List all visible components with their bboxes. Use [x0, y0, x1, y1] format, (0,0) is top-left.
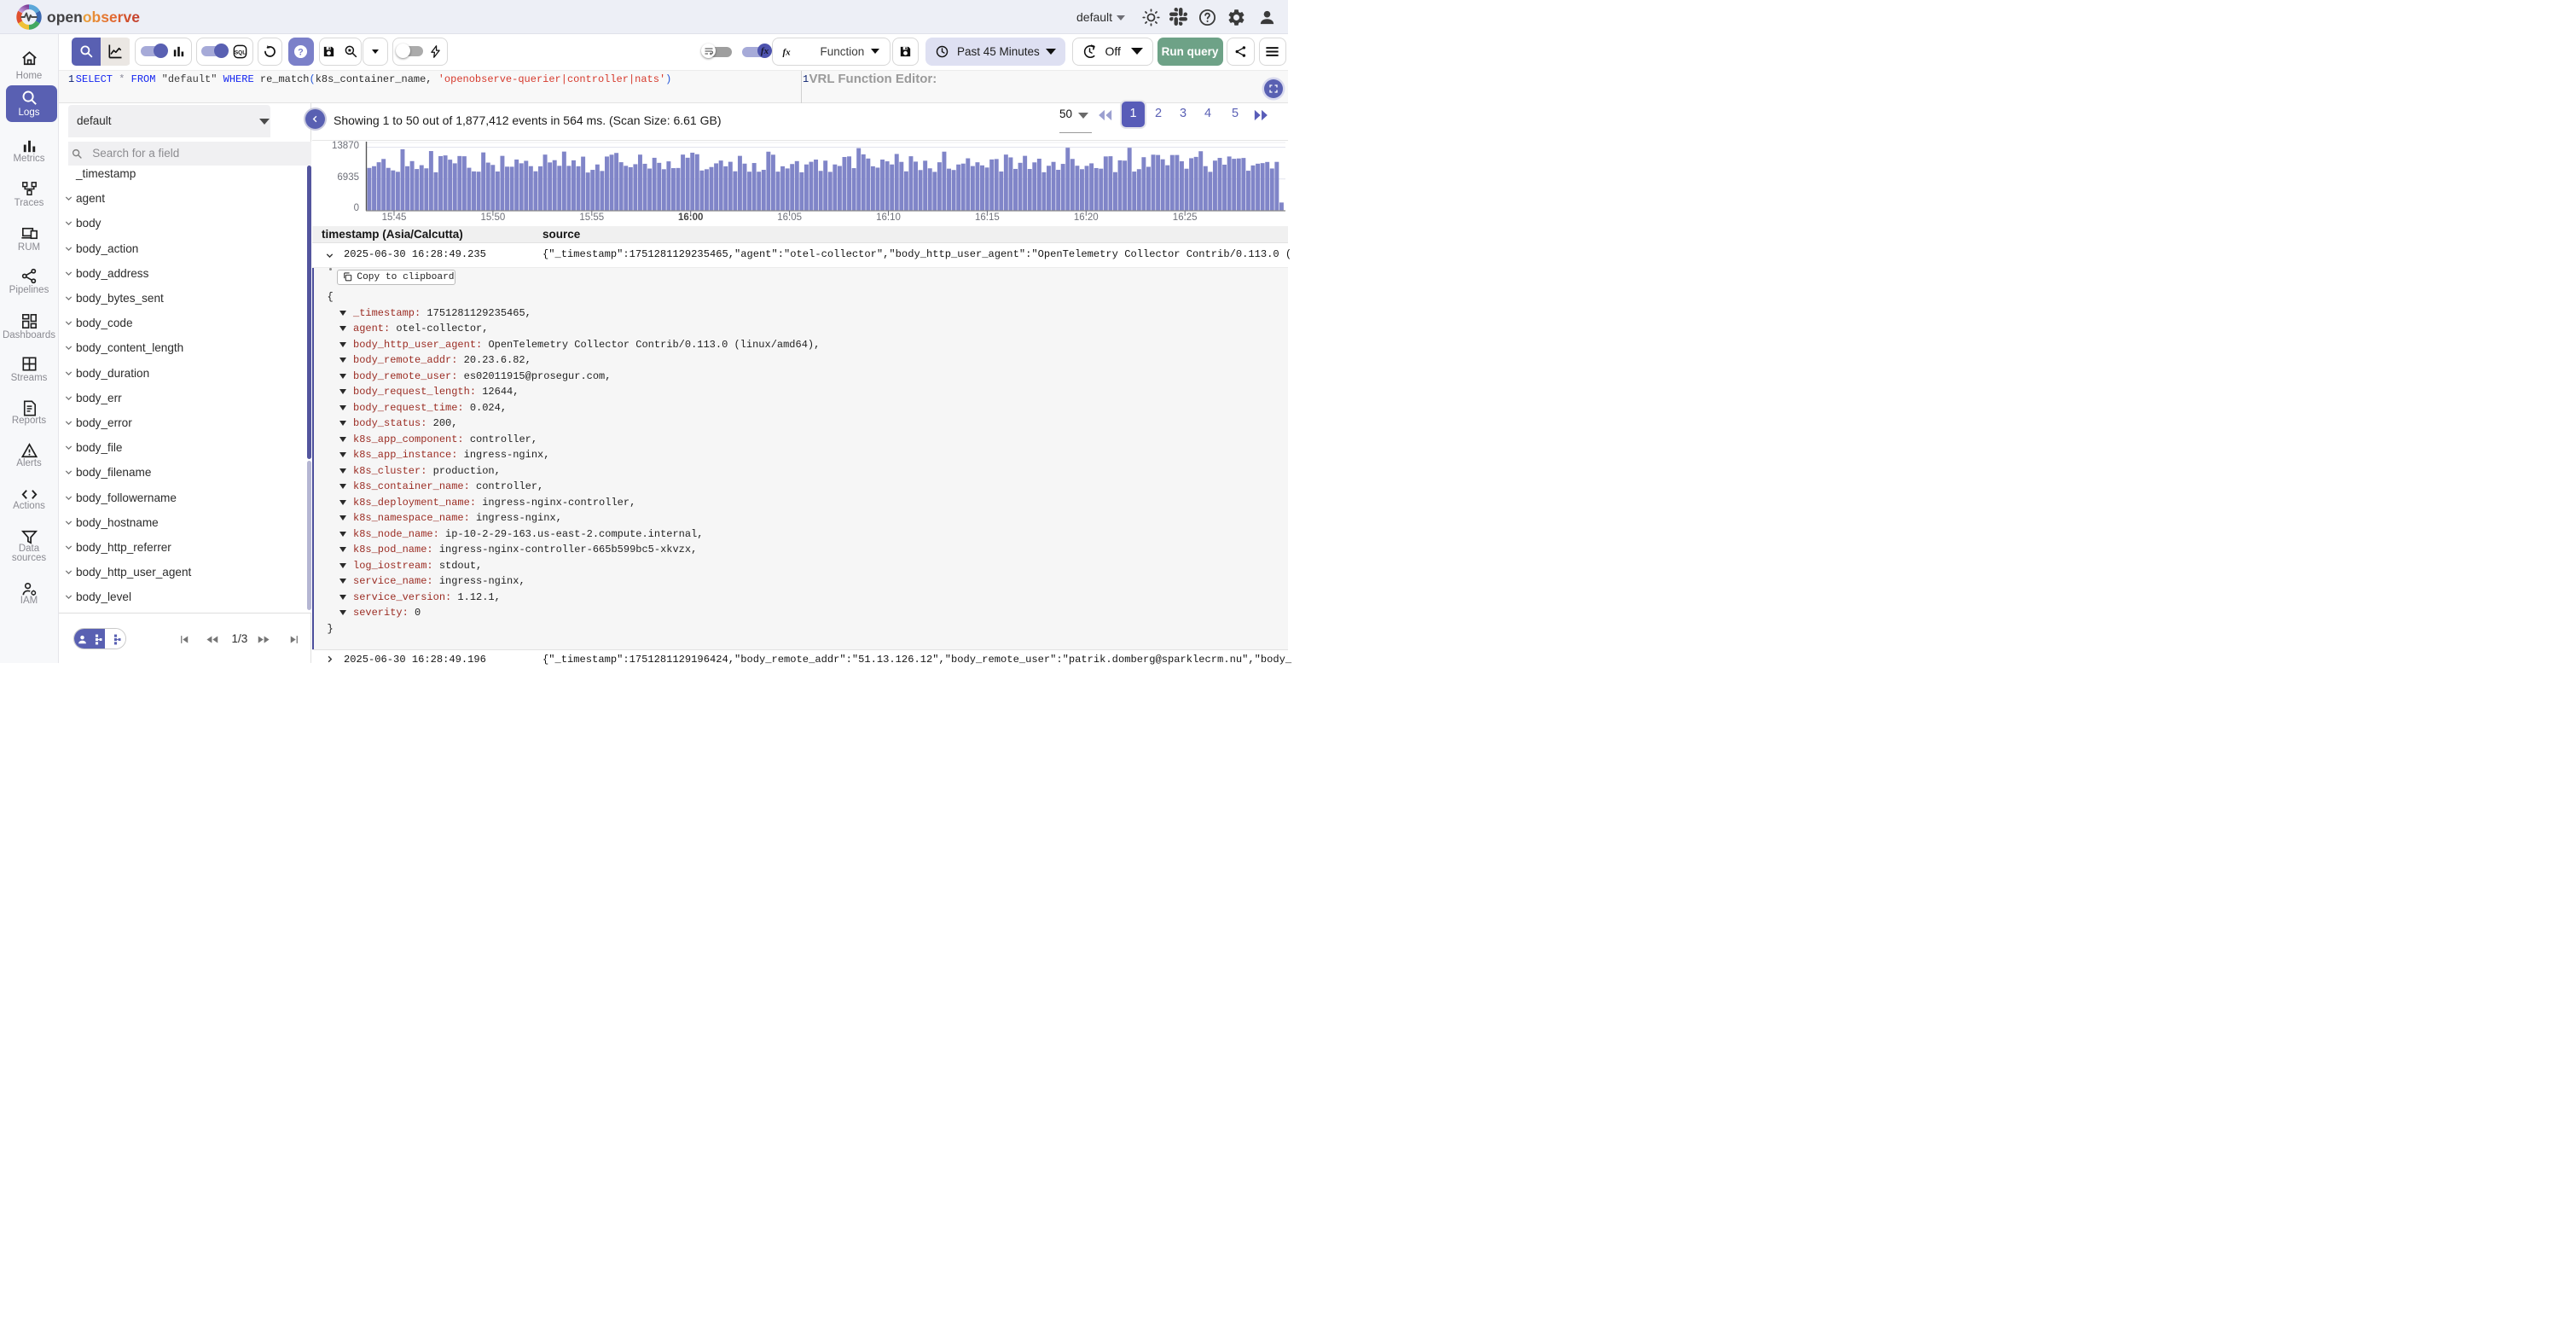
svg-text:16:05: 16:05: [777, 212, 802, 223]
svg-text:16:20: 16:20: [1074, 212, 1099, 223]
svg-text:13870: 13870: [332, 141, 359, 151]
svg-text:6935: 6935: [337, 172, 359, 183]
svg-text:16:00: 16:00: [678, 212, 703, 223]
svg-text:0: 0: [354, 203, 359, 213]
svg-text:15:45: 15:45: [382, 212, 407, 223]
svg-text:16:10: 16:10: [876, 212, 901, 223]
svg-text:16:25: 16:25: [1173, 212, 1198, 223]
svg-text:15:50: 15:50: [481, 212, 506, 223]
svg-text:15:55: 15:55: [579, 212, 604, 223]
svg-text:16:15: 16:15: [975, 212, 1000, 223]
